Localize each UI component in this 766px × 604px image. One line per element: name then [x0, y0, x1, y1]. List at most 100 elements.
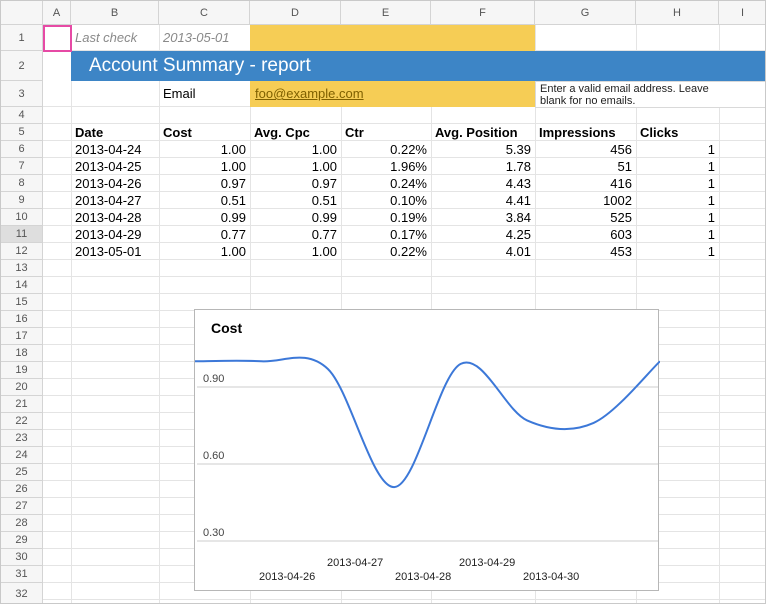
col-impressions[interactable]: Impressions	[535, 124, 636, 141]
col-avg-cpc[interactable]: Avg. Cpc	[250, 124, 341, 141]
row-header-29[interactable]: 29	[1, 532, 43, 549]
select-all-corner[interactable]	[1, 1, 43, 25]
cell-avg-position[interactable]: 1.78	[431, 158, 535, 175]
cell-ctr[interactable]: 0.17%	[341, 226, 431, 243]
cell-date[interactable]	[71, 260, 159, 277]
report-title-banner[interactable]: Account Summary - report	[71, 51, 766, 81]
cell-cost[interactable]	[159, 260, 250, 277]
cell-ctr[interactable]: 0.22%	[341, 141, 431, 158]
row-header-17[interactable]: 17	[1, 328, 43, 345]
email-input-cell[interactable]: foo@example.com	[250, 81, 535, 107]
cell-clicks[interactable]: 1	[636, 175, 719, 192]
cell-clicks[interactable]: 1	[636, 243, 719, 260]
row-header-26[interactable]: 26	[1, 481, 43, 498]
row-header-15[interactable]: 15	[1, 294, 43, 311]
col-avg-position[interactable]: Avg. Position	[431, 124, 535, 141]
cell-date[interactable]: 2013-04-24	[71, 141, 159, 158]
row-header-25[interactable]: 25	[1, 464, 43, 481]
row-header-18[interactable]: 18	[1, 345, 43, 362]
cell-cost[interactable]: 1.00	[159, 158, 250, 175]
row-header-27[interactable]: 27	[1, 498, 43, 515]
row-header-32[interactable]: 32	[1, 583, 43, 604]
cell-impressions[interactable]: 416	[535, 175, 636, 192]
col-header-B[interactable]: B	[71, 1, 159, 25]
cell-cost[interactable]: 0.97	[159, 175, 250, 192]
cell-date[interactable]: 2013-04-29	[71, 226, 159, 243]
cell-avg-position[interactable]: 4.43	[431, 175, 535, 192]
row-header-22[interactable]: 22	[1, 413, 43, 430]
cell-avg-cpc[interactable]: 0.77	[250, 226, 341, 243]
cell-cost[interactable]: 1.00	[159, 243, 250, 260]
row-header-24[interactable]: 24	[1, 447, 43, 464]
cell-impressions[interactable]: 1002	[535, 192, 636, 209]
cell-avg-position[interactable]: 5.39	[431, 141, 535, 158]
cell-cost[interactable]: 1.00	[159, 141, 250, 158]
cell-clicks[interactable]: 1	[636, 226, 719, 243]
cell-ctr[interactable]: 0.19%	[341, 209, 431, 226]
col-header-D[interactable]: D	[250, 1, 341, 25]
row-header-16[interactable]: 16	[1, 311, 43, 328]
cell-ctr[interactable]: 0.22%	[341, 243, 431, 260]
cell-avg-cpc[interactable]: 0.99	[250, 209, 341, 226]
col-header-A[interactable]: A	[43, 1, 71, 25]
row-header-1[interactable]: 1	[1, 25, 43, 51]
cell-date[interactable]: 2013-04-28	[71, 209, 159, 226]
cell-avg-cpc[interactable]: 1.00	[250, 243, 341, 260]
last-check-value[interactable]: 2013-05-01	[159, 25, 250, 51]
col-header-I[interactable]: I	[719, 1, 766, 25]
row-header-19[interactable]: 19	[1, 362, 43, 379]
cell-clicks[interactable]: 1	[636, 209, 719, 226]
row-header-31[interactable]: 31	[1, 566, 43, 583]
cell-date[interactable]: 2013-05-01	[71, 243, 159, 260]
cell-avg-cpc[interactable]: 1.00	[250, 158, 341, 175]
row-header-23[interactable]: 23	[1, 430, 43, 447]
cell-avg-position[interactable]: 4.25	[431, 226, 535, 243]
cell-cost[interactable]: 0.99	[159, 209, 250, 226]
email-link[interactable]: foo@example.com	[255, 86, 364, 101]
col-ctr[interactable]: Ctr	[341, 124, 431, 141]
cell-clicks[interactable]: 1	[636, 158, 719, 175]
cell-ctr[interactable]: 1.96%	[341, 158, 431, 175]
cell-date[interactable]: 2013-04-25	[71, 158, 159, 175]
cell-avg-position[interactable]	[431, 260, 535, 277]
cell-ctr[interactable]: 0.10%	[341, 192, 431, 209]
cell-date[interactable]: 2013-04-26	[71, 175, 159, 192]
cell-cost[interactable]: 0.77	[159, 226, 250, 243]
col-header-G[interactable]: G	[535, 1, 636, 25]
col-date[interactable]: Date	[71, 124, 159, 141]
cell-avg-position[interactable]: 3.84	[431, 209, 535, 226]
col-clicks[interactable]: Clicks	[636, 124, 719, 141]
last-check-label[interactable]: Last check	[71, 25, 159, 51]
row-header-4[interactable]: 4	[1, 107, 43, 124]
cell-cursor-a1[interactable]	[43, 25, 72, 52]
cell-clicks[interactable]: 1	[636, 141, 719, 158]
col-cost[interactable]: Cost	[159, 124, 250, 141]
col-header-E[interactable]: E	[341, 1, 431, 25]
cell-impressions[interactable]: 51	[535, 158, 636, 175]
email-label[interactable]: Email	[159, 81, 250, 107]
cell-ctr[interactable]	[341, 260, 431, 277]
cell-avg-cpc[interactable]: 0.51	[250, 192, 341, 209]
cell-avg-position[interactable]: 4.41	[431, 192, 535, 209]
row-header-28[interactable]: 28	[1, 515, 43, 532]
col-header-F[interactable]: F	[431, 1, 535, 25]
cell-impressions[interactable]: 456	[535, 141, 636, 158]
cell-date[interactable]: 2013-04-27	[71, 192, 159, 209]
row-header-3[interactable]: 3	[1, 81, 43, 107]
cell-clicks[interactable]: 1	[636, 192, 719, 209]
cell-clicks[interactable]	[636, 260, 719, 277]
row-header-14[interactable]: 14	[1, 277, 43, 294]
cell-avg-cpc[interactable]	[250, 260, 341, 277]
cell-avg-cpc[interactable]: 0.97	[250, 175, 341, 192]
cost-chart[interactable]: Cost 0.90 0.60 0.30 2013-04-26 2013-04-2…	[194, 309, 659, 591]
cell-avg-cpc[interactable]: 1.00	[250, 141, 341, 158]
row-header-20[interactable]: 20	[1, 379, 43, 396]
row-header-2[interactable]: 2	[1, 51, 43, 81]
col-header-H[interactable]: H	[636, 1, 719, 25]
cell-avg-position[interactable]: 4.01	[431, 243, 535, 260]
row-header-30[interactable]: 30	[1, 549, 43, 566]
cell-cost[interactable]: 0.51	[159, 192, 250, 209]
cell-impressions[interactable]: 525	[535, 209, 636, 226]
col-header-C[interactable]: C	[159, 1, 250, 25]
cell-impressions[interactable]: 603	[535, 226, 636, 243]
